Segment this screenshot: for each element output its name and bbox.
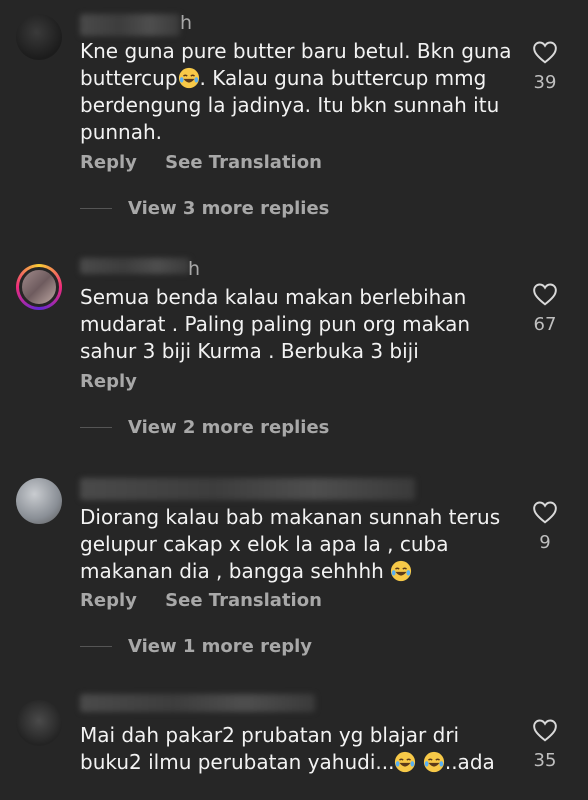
view-replies-label: View 3 more replies xyxy=(128,198,330,219)
comment-line: buku2 ilmu perubatan yahudi... xyxy=(80,750,395,774)
like-count: 67 xyxy=(533,314,557,335)
heart-icon xyxy=(533,501,557,524)
avatar[interactable] xyxy=(16,264,62,310)
comment-text: Mai dah pakar2 prubatan yg blajar dri bu… xyxy=(80,722,520,776)
heart-icon xyxy=(533,41,557,64)
comment-line: Diorang kalau bab makanan sunnah terus xyxy=(80,505,501,529)
laughing-tears-icon xyxy=(395,751,416,773)
comment-line: punnah. xyxy=(80,120,163,144)
avatar[interactable] xyxy=(16,14,62,60)
see-translation-button[interactable]: See Translation xyxy=(165,590,322,611)
comment-line: berdengung la jadinya. Itu bkn sunnah it… xyxy=(80,93,500,117)
avatar-image xyxy=(19,267,59,307)
laughing-tears-icon xyxy=(178,67,199,89)
comment-line: makanan dia , bangga sehhhh xyxy=(80,559,384,583)
view-replies-button[interactable]: View 1 more reply xyxy=(80,636,312,657)
comment-time: h xyxy=(188,258,201,280)
divider-line xyxy=(80,208,112,209)
like-count: 39 xyxy=(533,72,557,93)
like-count: 35 xyxy=(533,750,557,771)
like-count: 9 xyxy=(539,532,551,553)
comment-line: Semua benda kalau makan berlebihan xyxy=(80,285,467,309)
comment-line: sahur 3 biji Kurma . Berbuka 3 biji xyxy=(80,339,419,363)
comment-actions: Reply See Translation xyxy=(80,590,344,611)
reply-button[interactable]: Reply xyxy=(80,152,137,173)
username-redacted xyxy=(80,694,315,712)
comment-line: buttercup xyxy=(80,66,178,90)
avatar[interactable] xyxy=(16,700,62,746)
comment-line: mudarat . Paling paling pun org makan xyxy=(80,312,471,336)
comment-actions: Reply xyxy=(80,371,159,392)
like-button[interactable]: 39 xyxy=(530,40,560,93)
divider-line xyxy=(80,646,112,647)
view-replies-label: View 2 more replies xyxy=(128,417,330,438)
comment-text: Semua benda kalau makan berlebihan mudar… xyxy=(80,284,520,365)
heart-icon xyxy=(533,283,557,306)
comment-time: h xyxy=(180,12,193,34)
like-button[interactable]: 9 xyxy=(530,500,560,553)
heart-icon xyxy=(533,719,557,742)
avatar[interactable] xyxy=(16,478,62,524)
like-button[interactable]: 67 xyxy=(530,282,560,335)
reply-button[interactable]: Reply xyxy=(80,590,137,611)
username-redacted xyxy=(80,258,190,274)
comment-line: ..ada xyxy=(444,750,495,774)
comment-actions: Reply See Translation xyxy=(80,152,344,173)
reply-button[interactable]: Reply xyxy=(80,371,137,392)
comment-line: Mai dah pakar2 prubatan yg blajar dri xyxy=(80,723,460,747)
comment-line: . Kalau guna buttercup mmg xyxy=(199,66,487,90)
view-replies-button[interactable]: View 3 more replies xyxy=(80,198,329,219)
comment-text: Diorang kalau bab makanan sunnah terus g… xyxy=(80,504,520,585)
comment-line: gelupur cakap x elok la apa la , cuba xyxy=(80,532,449,556)
comment-line: Kne guna pure butter baru betul. Bkn gun… xyxy=(80,39,512,63)
laughing-tears-icon xyxy=(423,751,444,773)
divider-line xyxy=(80,427,112,428)
username-redacted xyxy=(80,14,180,36)
username-redacted xyxy=(80,478,415,500)
view-replies-label: View 1 more reply xyxy=(128,636,313,657)
comment-text: Kne guna pure butter baru betul. Bkn gun… xyxy=(80,38,520,146)
view-replies-button[interactable]: View 2 more replies xyxy=(80,417,329,438)
laughing-tears-icon xyxy=(391,560,412,582)
like-button[interactable]: 35 xyxy=(530,718,560,771)
see-translation-button[interactable]: See Translation xyxy=(165,152,322,173)
